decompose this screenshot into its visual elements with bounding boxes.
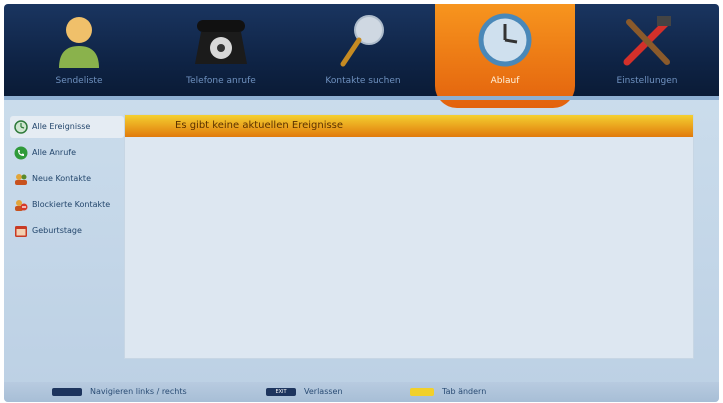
sidebar-item-label: Blockierte Kontakte	[32, 200, 111, 209]
sidebar-item-geburtstage[interactable]: Geburtstage	[10, 220, 124, 242]
phone-icon	[195, 20, 247, 64]
sidebar-item-label: Alle Ereignisse	[32, 122, 91, 131]
search-icon	[340, 15, 384, 67]
tab-label: Kontakte suchen	[325, 76, 401, 86]
phone-icon	[14, 146, 28, 160]
tab-label: Telefone anrufe	[186, 76, 256, 86]
arrow-keys-icon	[52, 388, 82, 396]
tab-sendeliste[interactable]: Sendeliste	[9, 4, 149, 96]
contacts-icon	[15, 174, 27, 185]
no-events-banner: Es gibt keine aktuellen Ereignisse	[125, 115, 693, 137]
sidebar-item-blockierte-kontakte[interactable]: Blockierte Kontakte	[10, 194, 124, 216]
clock-icon	[14, 120, 28, 134]
sidebar-item-alle-ereignisse[interactable]: Alle Ereignisse	[10, 116, 124, 138]
sidebar-item-alle-anrufe[interactable]: Alle Anrufe	[10, 142, 124, 164]
sidebar-item-neue-kontakte[interactable]: Neue Kontakte	[10, 168, 124, 190]
tv-menu-screen: Sendeliste Telefone anrufe Kontakte such…	[4, 4, 719, 402]
footer-exit-text: Verlassen	[304, 387, 343, 396]
tab-einstellungen[interactable]: Einstellungen	[577, 4, 717, 96]
tab-telefone-anrufe[interactable]: Telefone anrufe	[151, 4, 291, 96]
tools-icon	[623, 16, 671, 66]
sidebar: Alle Ereignisse Alle Anrufe Neue Kontakt…	[10, 116, 124, 264]
yellow-key-icon	[410, 388, 434, 396]
tab-kontakte-suchen[interactable]: Kontakte suchen	[293, 4, 433, 96]
events-panel: Es gibt keine aktuellen Ereignisse	[124, 114, 694, 359]
divider	[4, 96, 719, 100]
tab-label: Sendeliste	[55, 76, 103, 86]
top-tab-bar: Sendeliste Telefone anrufe Kontakte such…	[4, 4, 719, 108]
tab-label: Ablauf	[490, 76, 520, 86]
footer-legend: Navigieren links / rechts EXIT Verlassen…	[4, 382, 719, 402]
clock-icon	[478, 13, 532, 67]
tab-label: Einstellungen	[616, 76, 678, 86]
calendar-icon	[15, 226, 27, 237]
footer-change-tab-text: Tab ändern	[442, 387, 487, 396]
sidebar-item-label: Geburtstage	[32, 226, 82, 235]
sidebar-item-label: Neue Kontakte	[32, 174, 91, 183]
sidebar-item-label: Alle Anrufe	[32, 148, 77, 157]
tab-ablauf[interactable]: Ablauf	[435, 4, 575, 108]
banner-text: Es gibt keine aktuellen Ereignisse	[175, 120, 344, 131]
blocked-contacts-icon	[15, 200, 28, 211]
user-icon	[59, 17, 99, 68]
exit-key-icon: EXIT	[266, 388, 296, 396]
footer-navigate-text: Navigieren links / rechts	[90, 387, 187, 396]
